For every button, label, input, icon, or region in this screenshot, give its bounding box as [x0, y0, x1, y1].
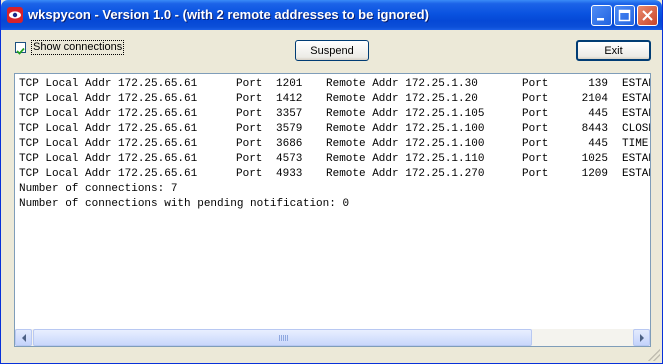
- connection-state: ESTAB: [622, 93, 650, 105]
- window-title: wkspycon - Version 1.0 - (with 2 remote …: [28, 7, 429, 22]
- connection-port-label: Port: [236, 108, 263, 120]
- connections-output[interactable]: TCP Local Addr 172.25.65.61 Port 1201 Remot…: [14, 73, 651, 347]
- arrow-left-icon: [22, 334, 26, 342]
- connection-row: TCP Local Addr 172.25.65.61 Port 1412 Remot…: [19, 92, 650, 107]
- connection-local: TCP Local Addr 172.25.65.61: [19, 123, 198, 135]
- maximize-icon: [618, 9, 631, 22]
- connection-remote-port: 1025: [581, 153, 608, 165]
- connection-state: ESTAB: [622, 168, 650, 180]
- connection-port-label: Port: [236, 138, 263, 150]
- suspend-button[interactable]: Suspend: [295, 40, 369, 61]
- connection-remote-port: 1209: [581, 168, 608, 180]
- connection-rport-label: Port: [522, 78, 549, 90]
- connection-rport-label: Port: [522, 123, 549, 135]
- connection-rport-label: Port: [522, 138, 549, 150]
- connection-remote: Remote Addr 172.25.1.105: [326, 108, 485, 120]
- title-bar[interactable]: wkspycon - Version 1.0 - (with 2 remote …: [1, 0, 662, 30]
- connection-local: TCP Local Addr 172.25.65.61: [19, 153, 198, 165]
- connection-remote: Remote Addr 172.25.1.30: [326, 78, 478, 90]
- scroll-right-button[interactable]: [633, 329, 650, 346]
- minimize-icon: [597, 18, 604, 21]
- connection-remote: Remote Addr 172.25.1.110: [326, 153, 485, 165]
- connection-row: TCP Local Addr 172.25.65.61 Port 1201 Remot…: [19, 77, 650, 92]
- close-button[interactable]: [637, 5, 658, 26]
- resize-grip-icon[interactable]: [648, 349, 660, 361]
- connection-row: TCP Local Addr 172.25.65.61 Port 4573 Remot…: [19, 152, 650, 167]
- connection-local: TCP Local Addr 172.25.65.61: [19, 78, 198, 90]
- connection-remote-port: 445: [588, 108, 608, 120]
- connection-remote: Remote Addr 172.25.1.270: [326, 168, 485, 180]
- connection-rport-label: Port: [522, 153, 549, 165]
- connection-remote: Remote Addr 172.25.1.20: [326, 93, 478, 105]
- connection-remote-port: 2104: [581, 93, 608, 105]
- scroll-left-button[interactable]: [15, 329, 32, 346]
- arrow-right-icon: [640, 334, 644, 342]
- connection-row: TCP Local Addr 172.25.65.61 Port 3357 Remot…: [19, 107, 650, 122]
- connection-rport-label: Port: [522, 108, 549, 120]
- connection-local-port: 4933: [276, 168, 303, 180]
- connection-state: ESTAB: [622, 108, 650, 120]
- grip-icon: [279, 335, 289, 341]
- connection-row: TCP Local Addr 172.25.65.61 Port 3579 Remot…: [19, 122, 650, 137]
- connection-port-label: Port: [236, 168, 263, 180]
- horizontal-scrollbar[interactable]: [15, 329, 650, 346]
- connection-rport-label: Port: [522, 93, 549, 105]
- eye-icon[interactable]: [7, 7, 23, 23]
- connection-local-port: 3686: [276, 138, 303, 150]
- checkmark-icon: [16, 47, 25, 55]
- connection-port-label: Port: [236, 123, 263, 135]
- connection-local: TCP Local Addr 172.25.65.61: [19, 138, 198, 150]
- connection-local: TCP Local Addr 172.25.65.61: [19, 108, 198, 120]
- exit-button[interactable]: Exit: [576, 40, 651, 61]
- connection-local-port: 1412: [276, 93, 303, 105]
- connection-remote-port: 8443: [581, 123, 608, 135]
- connection-local-port: 3357: [276, 108, 303, 120]
- connection-remote-port: 139: [588, 78, 608, 90]
- connection-state: ESTAB: [622, 78, 650, 90]
- connection-remote: Remote Addr 172.25.1.100: [326, 138, 485, 150]
- scroll-thumb[interactable]: [33, 329, 532, 346]
- connection-port-label: Port: [236, 93, 263, 105]
- show-connections-label[interactable]: Show connections: [31, 40, 125, 55]
- connection-remote: Remote Addr 172.25.1.100: [326, 123, 485, 135]
- connection-row: TCP Local Addr 172.25.65.61 Port 4933 Remot…: [19, 167, 650, 182]
- connection-local-port: 4573: [276, 153, 303, 165]
- connection-port-label: Port: [236, 153, 263, 165]
- connection-state: CLOSE: [622, 123, 650, 135]
- connection-local: TCP Local Addr 172.25.65.61: [19, 168, 198, 180]
- close-icon: [642, 10, 653, 21]
- minimize-button[interactable]: [591, 5, 612, 26]
- main-window: wkspycon - Version 1.0 - (with 2 remote …: [0, 0, 663, 364]
- connection-port-label: Port: [236, 78, 263, 90]
- pending-count: Number of connections with pending notif…: [19, 198, 350, 210]
- show-connections-checkbox[interactable]: [15, 42, 26, 55]
- connection-state: TIME-: [622, 138, 650, 150]
- connection-local: TCP Local Addr 172.25.65.61: [19, 93, 198, 105]
- connection-rport-label: Port: [522, 168, 549, 180]
- connection-local-port: 3579: [276, 123, 303, 135]
- connection-remote-port: 445: [588, 138, 608, 150]
- connection-count: Number of connections: 7: [19, 183, 178, 195]
- connection-state: ESTAB: [622, 153, 650, 165]
- connection-row: TCP Local Addr 172.25.65.61 Port 3686 Remot…: [19, 137, 650, 152]
- output-lines: TCP Local Addr 172.25.65.61 Port 1201 Remot…: [19, 77, 650, 212]
- maximize-button[interactable]: [614, 5, 635, 26]
- connection-local-port: 1201: [276, 78, 303, 90]
